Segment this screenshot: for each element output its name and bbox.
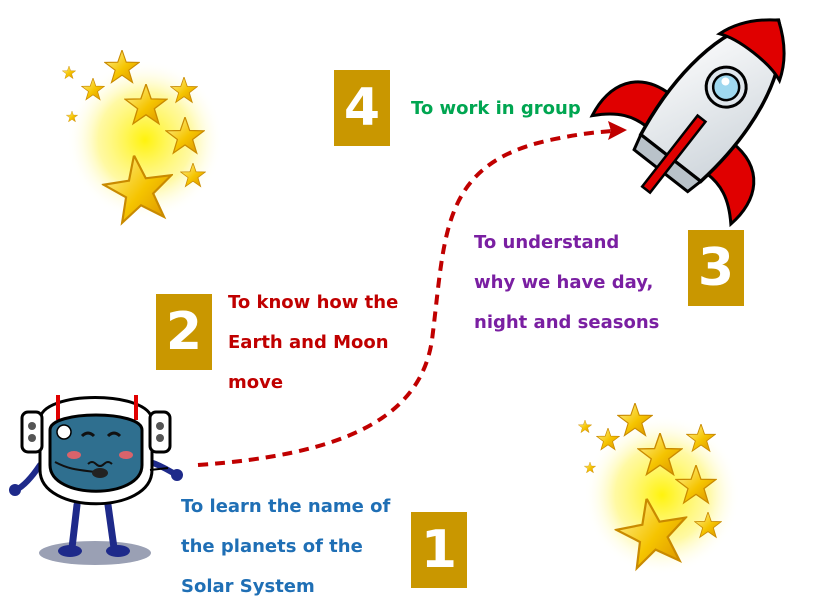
step-3-text: To understand why we have day, night and… (474, 223, 659, 343)
step-4-number-box: 4 (334, 70, 390, 146)
step-1-number-box: 1 (411, 512, 467, 588)
step-2-text: To know how the Earth and Moon move (228, 283, 398, 403)
step-1-line-2: the planets of the (181, 536, 363, 557)
step-1-number: 1 (420, 520, 458, 580)
star-cluster-icon (578, 403, 740, 575)
step-2-line-2: Earth and Moon (228, 332, 389, 353)
step-1-line-1: To learn the name of (181, 496, 391, 517)
step-2-number-box: 2 (156, 294, 212, 370)
step-4-number: 4 (343, 78, 381, 138)
step-4-line-1: To work in group (411, 98, 581, 119)
step-3-line-2: why we have day, (474, 272, 654, 293)
step-3-line-1: To understand (474, 232, 620, 253)
step-3-line-3: night and seasons (474, 312, 660, 333)
step-2-line-1: To know how the (228, 292, 399, 313)
star-cluster-icon (62, 50, 223, 226)
step-1-text: To learn the name of the planets of the … (181, 487, 390, 607)
slide: 4 To work in group 3 To understand why w… (0, 0, 819, 605)
step-4-text: To work in group (411, 89, 581, 129)
astronaut-icon (9, 395, 183, 565)
step-3-number: 3 (697, 238, 735, 298)
rocket-icon (589, 18, 786, 228)
step-3-number-box: 3 (688, 230, 744, 306)
step-2-line-3: move (228, 372, 284, 393)
step-1-line-3: Solar System (181, 576, 315, 597)
step-2-number: 2 (165, 302, 203, 362)
